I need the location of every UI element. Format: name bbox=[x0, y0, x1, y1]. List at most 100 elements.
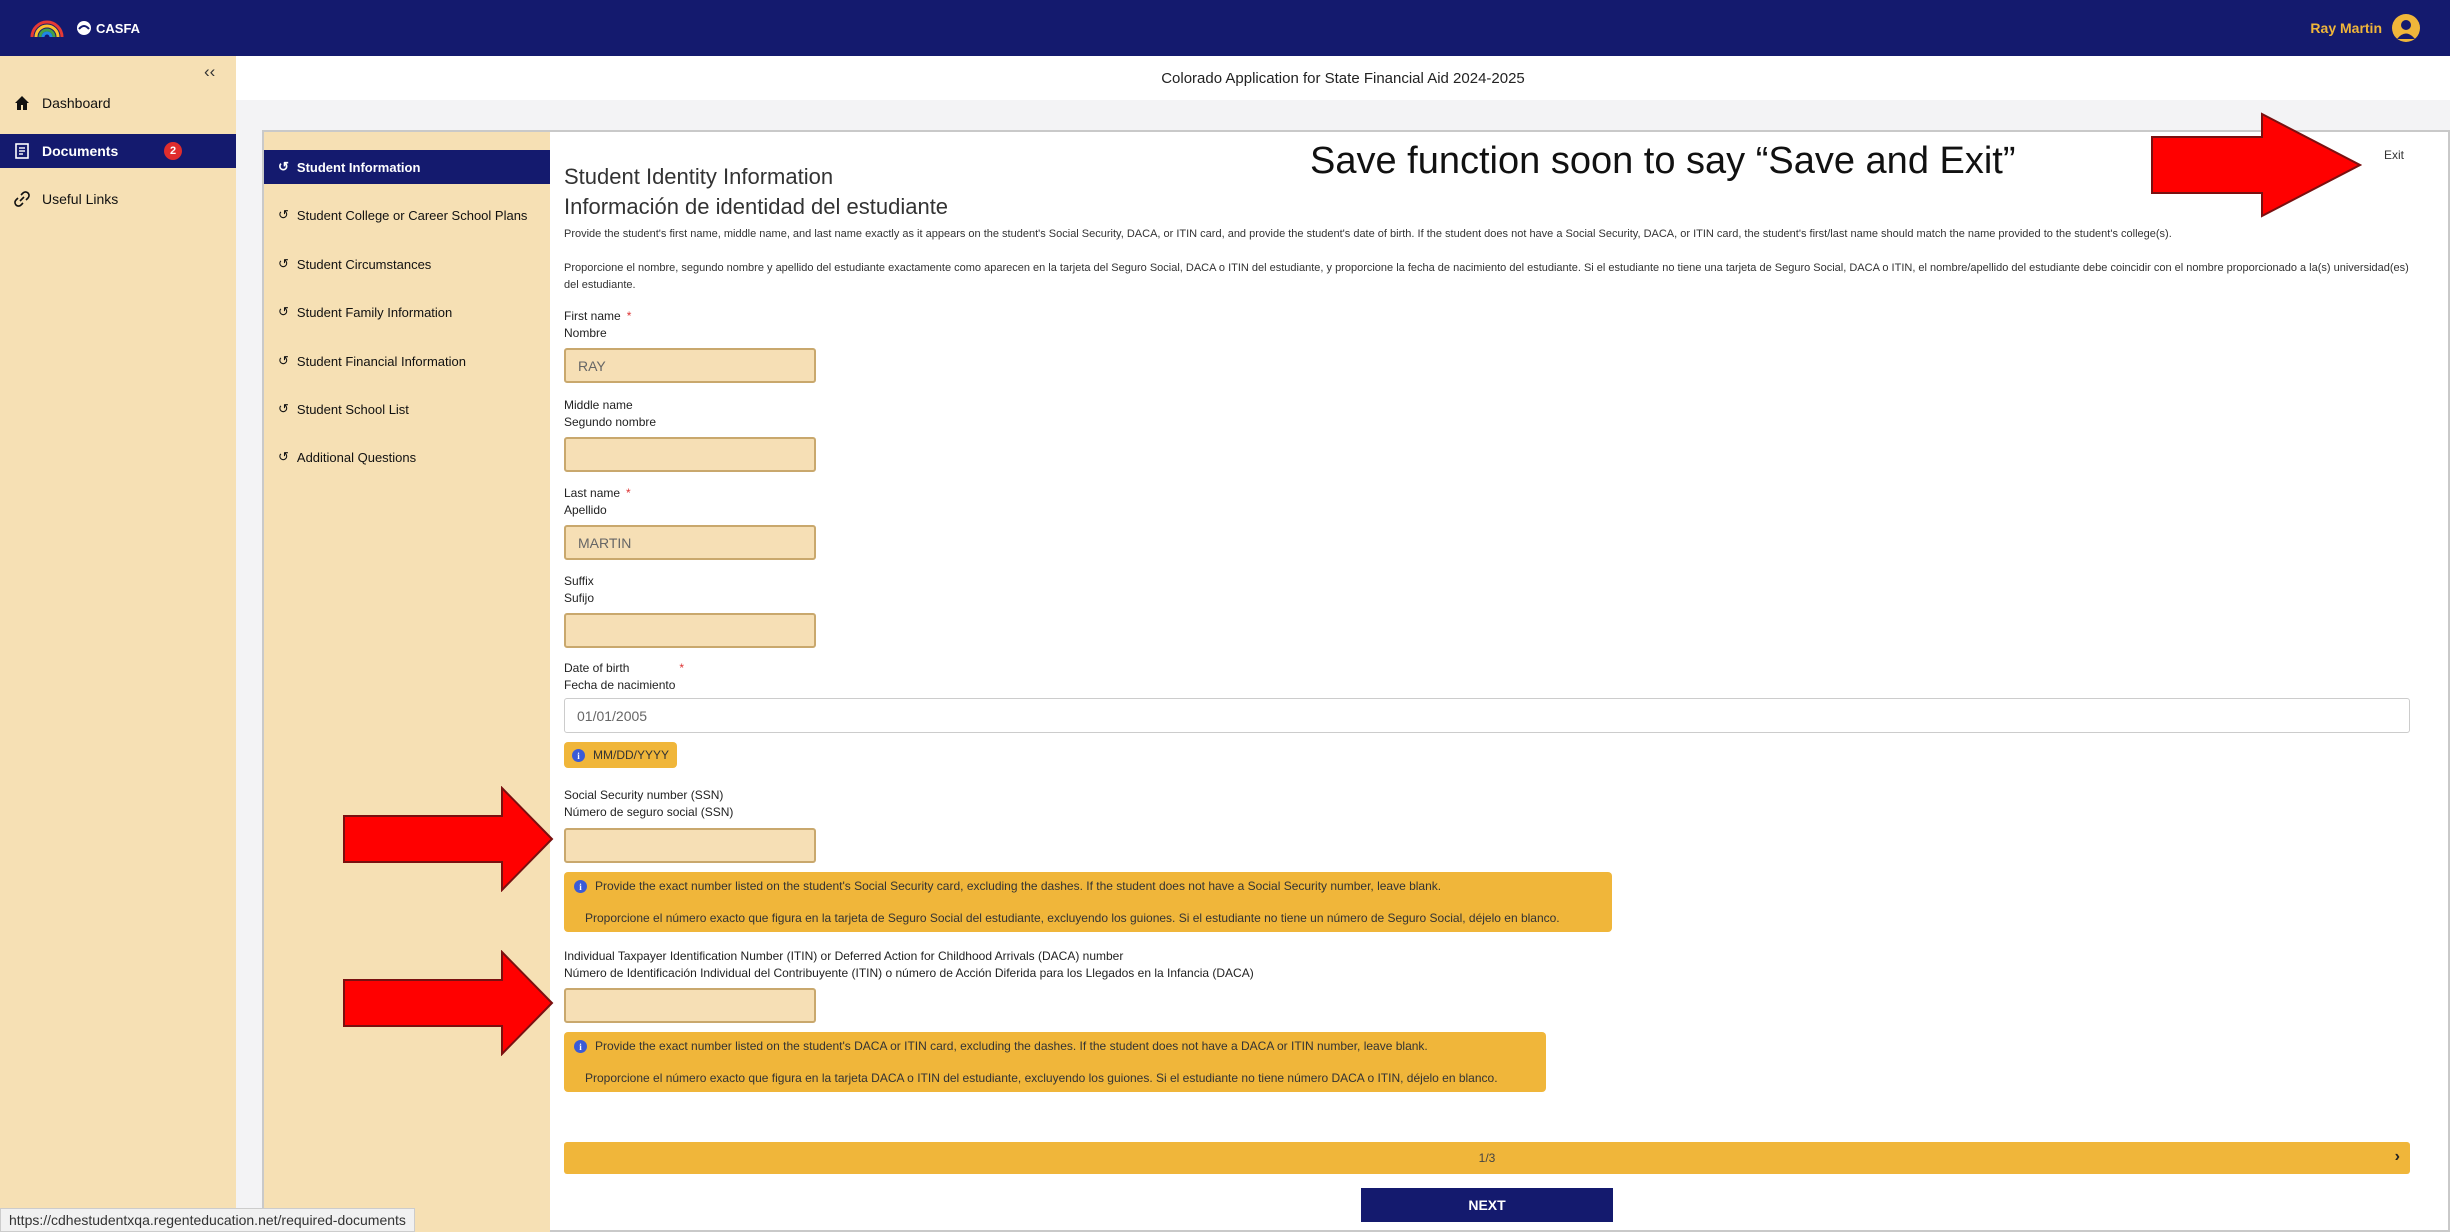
info-icon: i bbox=[574, 880, 587, 894]
undo-icon: ↺ bbox=[278, 304, 289, 319]
collapse-sidebar-icon[interactable]: ‹‹ bbox=[204, 62, 215, 82]
required-marker: * bbox=[679, 661, 685, 675]
step-label: Student School List bbox=[296, 401, 409, 417]
undo-icon: ↺ bbox=[278, 353, 289, 368]
hint-text-en: Provide the exact number listed on the s… bbox=[595, 1039, 1428, 1053]
sidebar-item-label: Useful Links bbox=[42, 191, 119, 207]
undo-icon: ↺ bbox=[278, 159, 289, 174]
format-hint-text: MM/DD/YYYY bbox=[593, 748, 670, 762]
last-name-input[interactable]: MARTIN bbox=[564, 525, 816, 560]
form-title-en: Student Identity Information bbox=[564, 164, 834, 189]
sidebar-item-dashboard[interactable]: Dashboard bbox=[0, 86, 236, 120]
step-school-list[interactable]: ↺ Student School List bbox=[264, 392, 550, 426]
middle-name-input[interactable] bbox=[564, 437, 816, 472]
logo-text: CASFA bbox=[96, 20, 141, 36]
page-title: Colorado Application for State Financial… bbox=[236, 56, 2450, 100]
itin-hint: i Provide the exact number listed on the … bbox=[564, 1032, 1546, 1092]
undo-icon: ↺ bbox=[278, 207, 289, 222]
browser-status-url: https://cdhestudentxqa.regenteducation.n… bbox=[0, 1208, 415, 1232]
annotation-text: Save function soon to say “Save and Exit… bbox=[1310, 140, 2016, 182]
label-es: Número de seguro social (SSN) bbox=[564, 805, 734, 819]
label-en: Suffix bbox=[564, 574, 594, 588]
step-college-plans[interactable]: ↺ Student College or Career School Plans bbox=[264, 198, 550, 232]
hint-line-en: i Provide the exact number listed on the … bbox=[574, 878, 1602, 894]
ssn-label: Social Security number (SSN) Número de s… bbox=[564, 787, 733, 821]
description-es: Proporcione el nombre, segundo nombre y … bbox=[564, 262, 2409, 291]
label-es: Apellido bbox=[564, 503, 607, 517]
required-marker: * bbox=[626, 486, 631, 500]
step-circumstances[interactable]: ↺ Student Circumstances bbox=[264, 247, 550, 281]
user-menu[interactable]: Ray Martin bbox=[2310, 14, 2420, 42]
form-title: Student Identity Information Información… bbox=[564, 162, 948, 222]
undo-icon: ↺ bbox=[278, 401, 289, 416]
document-icon bbox=[14, 143, 30, 159]
sidebar-item-label: Documents bbox=[42, 143, 119, 159]
sidebar-item-label: Dashboard bbox=[42, 95, 111, 111]
step-label: Student Information bbox=[296, 159, 421, 175]
label-es: Nombre bbox=[564, 326, 607, 340]
ssn-hint: i Provide the exact number listed on the … bbox=[564, 872, 1612, 932]
sidebar-item-useful-links[interactable]: Useful Links bbox=[0, 182, 236, 216]
arrow-right-icon bbox=[2151, 112, 2362, 218]
label-en: Date of birth bbox=[564, 661, 630, 675]
arrow-right-icon bbox=[343, 786, 554, 892]
first-name-label: First name * Nombre bbox=[564, 308, 631, 342]
label-es: Sufijo bbox=[564, 591, 595, 605]
suffix-input[interactable] bbox=[564, 613, 816, 648]
label-es: Segundo nombre bbox=[564, 415, 657, 429]
label-en: Last name bbox=[564, 486, 621, 500]
arrow-right-icon bbox=[343, 950, 554, 1056]
label-en: Individual Taxpayer Identification Numbe… bbox=[564, 949, 1124, 963]
next-button[interactable]: NEXT bbox=[1361, 1188, 1613, 1222]
top-bar: CASFA Ray Martin bbox=[0, 0, 2450, 56]
info-icon: i bbox=[572, 749, 585, 763]
hint-line-en: i Provide the exact number listed on the … bbox=[574, 1038, 1536, 1054]
info-icon: i bbox=[574, 1040, 587, 1054]
date-of-birth-input[interactable]: 01/01/2005 bbox=[564, 698, 2410, 733]
undo-icon: ↺ bbox=[278, 256, 289, 271]
itin-label: Individual Taxpayer Identification Numbe… bbox=[564, 948, 1254, 982]
home-icon bbox=[14, 95, 30, 111]
step-financial-information[interactable]: ↺ Student Financial Information bbox=[264, 344, 550, 378]
hint-text-es: Proporcione el número exacto que figura … bbox=[585, 911, 1560, 925]
step-label: Additional Questions bbox=[296, 449, 417, 465]
middle-name-label: Middle name Segundo nombre bbox=[564, 397, 656, 431]
step-student-information[interactable]: ↺ Student Information bbox=[264, 150, 550, 184]
label-en: First name bbox=[564, 309, 621, 323]
casfa-mark-icon bbox=[77, 21, 91, 35]
suffix-label: Suffix Sufijo bbox=[564, 573, 594, 607]
dob-format-hint: i MM/DD/YYYY bbox=[564, 742, 678, 769]
step-family-information[interactable]: ↺ Student Family Information bbox=[264, 295, 550, 329]
colorado-logo-icon bbox=[30, 15, 64, 41]
label-es: Número de Identificación Individual del … bbox=[564, 966, 1254, 980]
dob-label: Date of birth * Fecha de nacimiento bbox=[564, 660, 684, 694]
page-indicator: 1/3 bbox=[1478, 1151, 1496, 1165]
step-label: Student Financial Information bbox=[296, 353, 467, 369]
label-es: Fecha de nacimiento bbox=[564, 678, 676, 692]
user-name[interactable]: Ray Martin bbox=[2310, 20, 2382, 36]
logo[interactable]: CASFA bbox=[30, 14, 140, 42]
label-en: Middle name bbox=[564, 398, 633, 412]
sidebar-item-documents[interactable]: Documents 2 bbox=[0, 134, 236, 168]
exit-link[interactable]: Exit bbox=[2384, 148, 2404, 162]
step-label: Student Family Information bbox=[296, 304, 453, 320]
chevron-right-icon[interactable]: › bbox=[2395, 1148, 2400, 1166]
last-name-label: Last name * Apellido bbox=[564, 485, 631, 519]
first-name-input[interactable]: RAY bbox=[564, 348, 816, 383]
link-icon bbox=[14, 191, 30, 207]
undo-icon: ↺ bbox=[278, 449, 289, 464]
required-marker: * bbox=[626, 309, 632, 323]
step-label: Student Circumstances bbox=[296, 256, 432, 272]
itin-daca-input[interactable] bbox=[564, 988, 816, 1023]
pagination-bar[interactable]: 1/3 › bbox=[564, 1142, 2410, 1174]
ssn-input[interactable] bbox=[564, 828, 816, 863]
description-en: Provide the student's first name, middle… bbox=[564, 228, 2172, 240]
label-en: Social Security number (SSN) bbox=[564, 788, 724, 802]
step-label: Student College or Career School Plans bbox=[296, 207, 528, 223]
casfa-logo: CASFA bbox=[76, 20, 140, 36]
hint-text-es: Proporcione el número exacto que figura … bbox=[585, 1071, 1498, 1085]
hint-text-en: Provide the exact number listed on the s… bbox=[595, 879, 1442, 893]
user-avatar-icon[interactable] bbox=[2392, 14, 2420, 42]
left-sidebar: ‹‹ Dashboard Documents 2 Useful Links bbox=[0, 56, 236, 1232]
step-additional-questions[interactable]: ↺ Additional Questions bbox=[264, 440, 550, 474]
